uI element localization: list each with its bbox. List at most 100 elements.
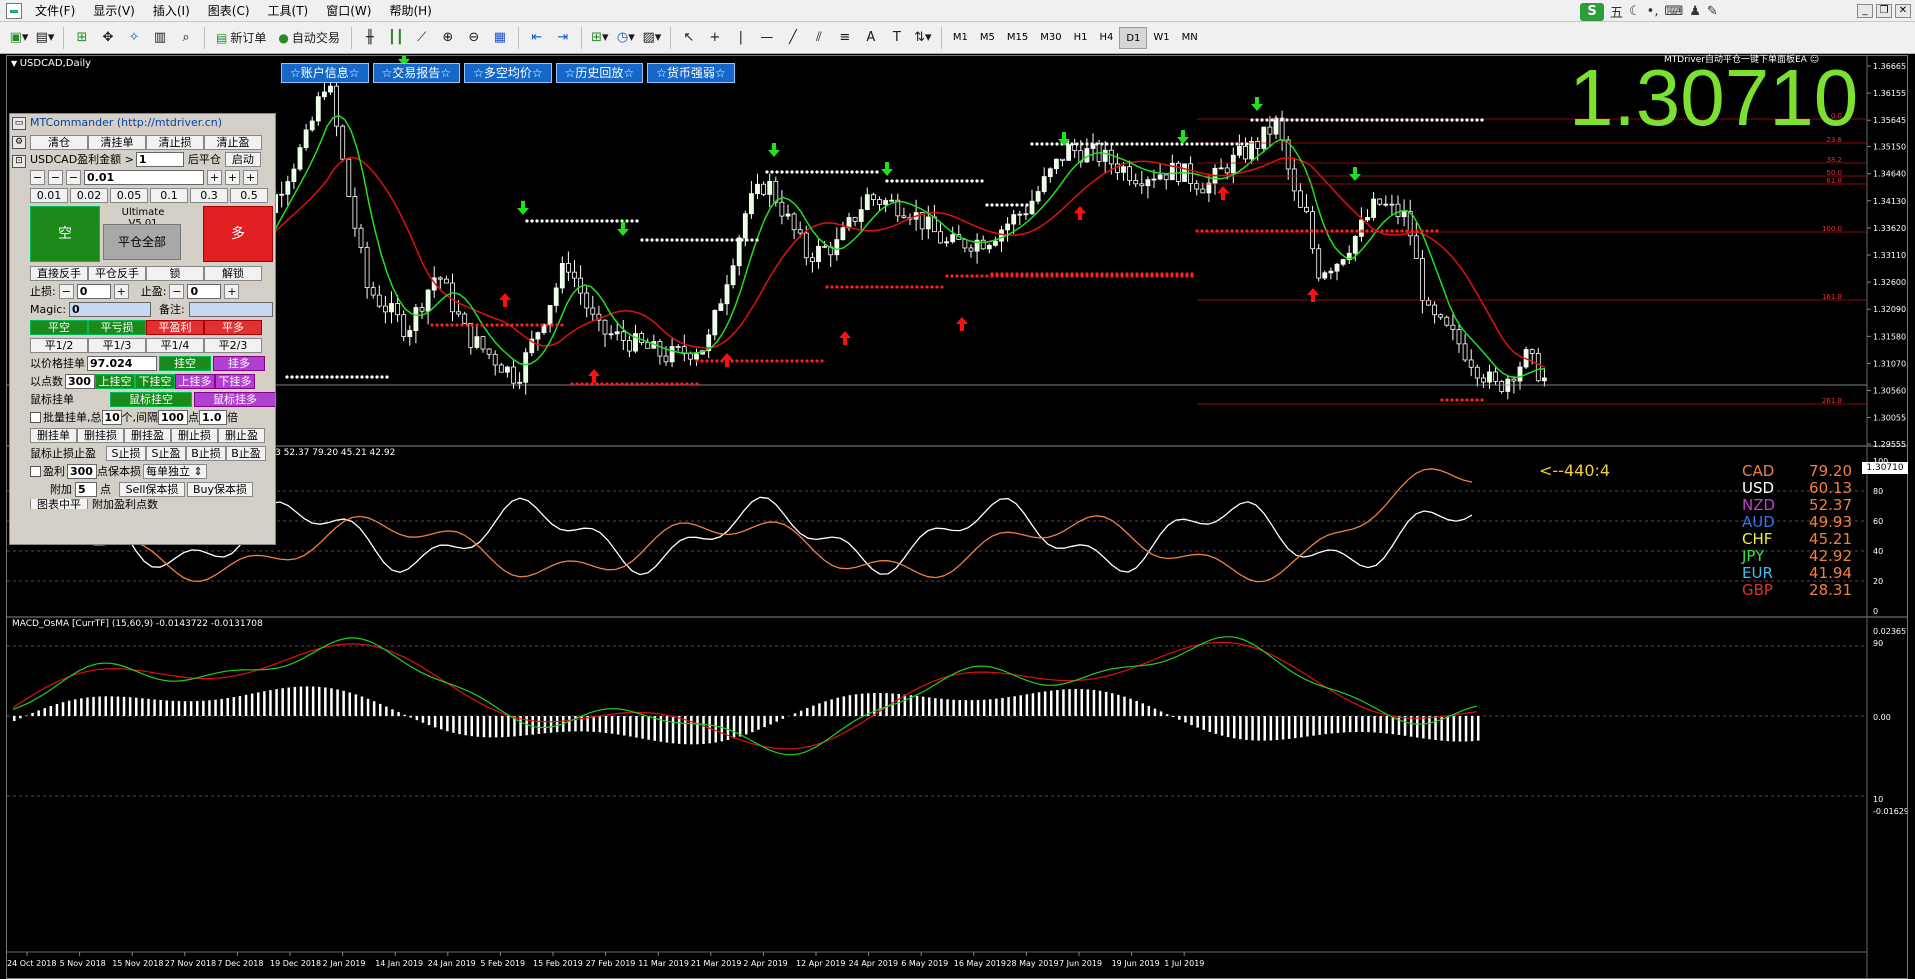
- buy-sl-button[interactable]: B止损: [186, 445, 226, 461]
- tf-m5[interactable]: M5: [974, 27, 1001, 49]
- collapse-icon[interactable]: ▭: [12, 117, 26, 130]
- batch-gap-input[interactable]: 100: [158, 409, 188, 425]
- lot-plus-button[interactable]: +: [243, 169, 258, 185]
- buy-breakeven-button[interactable]: Buy保本损: [187, 481, 253, 497]
- close-profit-button[interactable]: 平盈利: [146, 319, 204, 335]
- lot-input[interactable]: 0.01: [84, 169, 204, 185]
- average-price-button[interactable]: ☆多空均价☆: [464, 63, 552, 83]
- lot-preset-button[interactable]: 0.05: [110, 187, 148, 203]
- close-buy-button[interactable]: 平多: [204, 319, 262, 335]
- chart-canvas[interactable]: 0.023.638.250.061.8100.0161.8261.8 10080…: [7, 56, 1907, 978]
- zoom-in-icon[interactable]: ⊕: [437, 26, 459, 50]
- tile-windows-icon[interactable]: ▦: [489, 26, 511, 50]
- note-input[interactable]: [188, 301, 273, 317]
- sell-sl-button[interactable]: S止损: [106, 445, 146, 461]
- magic-input[interactable]: 0: [69, 301, 152, 317]
- lot-plus-button[interactable]: +: [207, 169, 222, 185]
- batch-checkbox[interactable]: [30, 411, 41, 423]
- terminal-icon[interactable]: ▥: [149, 26, 171, 50]
- indicators-icon[interactable]: ⊞ ▾: [589, 26, 611, 50]
- chart-shift-icon[interactable]: ⇥: [552, 26, 574, 50]
- lower-buy-button[interactable]: 下挂多: [215, 373, 255, 389]
- cursor-icon[interactable]: ↖: [678, 26, 700, 50]
- navigator-icon[interactable]: ✧: [123, 26, 145, 50]
- templates-icon[interactable]: ▨▾: [641, 26, 663, 50]
- sl-plus-button[interactable]: +: [113, 283, 129, 299]
- close-quarter-button[interactable]: 平1/4: [146, 337, 204, 353]
- close-all-button[interactable]: 平仓全部: [103, 224, 181, 260]
- direct-reverse-button[interactable]: 直接反手: [30, 265, 88, 281]
- clear-pending-button[interactable]: 清挂单: [88, 134, 146, 150]
- clear-tp-button[interactable]: 清止盈: [204, 134, 262, 150]
- lot-preset-button[interactable]: 0.1: [150, 187, 188, 203]
- close-icon[interactable]: ✕: [1895, 4, 1911, 18]
- restore-icon[interactable]: ❐: [1876, 4, 1892, 18]
- menu-help[interactable]: 帮助(H): [380, 0, 440, 22]
- clear-positions-button[interactable]: 清仓: [30, 134, 88, 150]
- vertical-line-icon[interactable]: |: [730, 26, 752, 50]
- buy-tp-button[interactable]: B止盈: [226, 445, 266, 461]
- tf-m1[interactable]: M1: [947, 27, 974, 49]
- trade-report-button[interactable]: ☆交易报告☆: [372, 63, 461, 83]
- sogou-ime-icon[interactable]: S: [1580, 2, 1604, 21]
- account-info-button[interactable]: ☆账户信息☆: [281, 63, 369, 83]
- text-icon[interactable]: A: [860, 26, 882, 50]
- hang-sell-button[interactable]: 挂空: [159, 355, 211, 371]
- history-replay-button[interactable]: ☆历史回放☆: [555, 63, 644, 83]
- delete-pending-tp-button[interactable]: 删挂盈: [124, 427, 171, 443]
- delete-pending-sl-button[interactable]: 删挂损: [77, 427, 124, 443]
- clear-sl-button[interactable]: 清止损: [146, 134, 204, 150]
- panel-gear-icon[interactable]: ⚙: [12, 136, 26, 149]
- upper-sell-button[interactable]: 上挂空: [95, 373, 135, 389]
- unlock-button[interactable]: 解锁: [204, 265, 262, 281]
- close-loss-button[interactable]: 平亏损: [88, 319, 146, 335]
- zoom-out-icon[interactable]: ⊖: [463, 26, 485, 50]
- tp-plus-button[interactable]: +: [224, 283, 240, 299]
- user-icon[interactable]: ♟: [1689, 4, 1701, 19]
- new-order-button[interactable]: ▤ 新订单: [212, 26, 270, 50]
- lock-button[interactable]: 锁: [146, 265, 204, 281]
- lot-preset-button[interactable]: 0.02: [70, 187, 108, 203]
- tp-input[interactable]: 0: [187, 283, 222, 299]
- close-two-thirds-button[interactable]: 平2/3: [204, 337, 262, 353]
- breakeven-input[interactable]: 300: [67, 463, 97, 479]
- candle-chart-icon[interactable]: ┃┃: [385, 26, 407, 50]
- moon-icon[interactable]: ☾: [1629, 4, 1641, 19]
- batch-count-input[interactable]: 10: [101, 409, 122, 425]
- menu-charts[interactable]: 图表(C): [199, 0, 259, 22]
- tf-m30[interactable]: M30: [1034, 27, 1067, 49]
- data-window-icon[interactable]: ✥: [97, 26, 119, 50]
- lot-preset-button[interactable]: 0.01: [30, 187, 68, 203]
- tf-h4[interactable]: H4: [1093, 27, 1119, 49]
- line-chart-icon[interactable]: ⟋: [411, 26, 433, 50]
- lot-minus-button[interactable]: −: [30, 169, 45, 185]
- sell-button[interactable]: 空: [30, 206, 100, 262]
- chart-window[interactable]: 0.023.638.250.061.8100.0161.8261.8 10080…: [6, 55, 1908, 979]
- sell-breakeven-button[interactable]: Sell保本损: [119, 481, 185, 497]
- add-input[interactable]: 5: [75, 481, 97, 497]
- mouse-buy-button[interactable]: 鼠标挂多: [194, 391, 275, 407]
- periods-icon[interactable]: ◷ ▾: [615, 26, 637, 50]
- punctuation-icon[interactable]: •,: [1647, 4, 1659, 19]
- keyboard-icon[interactable]: ⌨: [1664, 4, 1683, 19]
- tp-minus-button[interactable]: −: [169, 283, 185, 299]
- menu-window[interactable]: 窗口(W): [317, 0, 380, 22]
- lower-sell-button[interactable]: 下挂空: [135, 373, 175, 389]
- ime-mode-label[interactable]: 五: [1610, 2, 1623, 21]
- wrench-icon[interactable]: ✎: [1707, 4, 1718, 19]
- close-reverse-button[interactable]: 平仓反手: [88, 265, 146, 281]
- menu-view[interactable]: 显示(V): [84, 0, 144, 22]
- lot-plus-button[interactable]: +: [225, 169, 240, 185]
- mouse-sell-button[interactable]: 鼠标挂空: [110, 391, 192, 407]
- points-input[interactable]: 300: [65, 373, 95, 389]
- batch-mult-input[interactable]: 1.0: [199, 409, 227, 425]
- hang-buy-button[interactable]: 挂多: [213, 355, 265, 371]
- trendline-icon[interactable]: ╱: [782, 26, 804, 50]
- menu-tools[interactable]: 工具(T): [259, 0, 318, 22]
- currency-strength-button[interactable]: ☆货币强弱☆: [647, 63, 735, 83]
- breakeven-mode-select[interactable]: 每单独立 ⇕: [143, 463, 207, 479]
- lot-minus-button[interactable]: −: [66, 169, 81, 185]
- sl-input[interactable]: 0: [76, 283, 111, 299]
- strategy-tester-icon[interactable]: ⌕: [175, 26, 197, 50]
- new-chart-icon[interactable]: ▣ ▾: [8, 26, 30, 50]
